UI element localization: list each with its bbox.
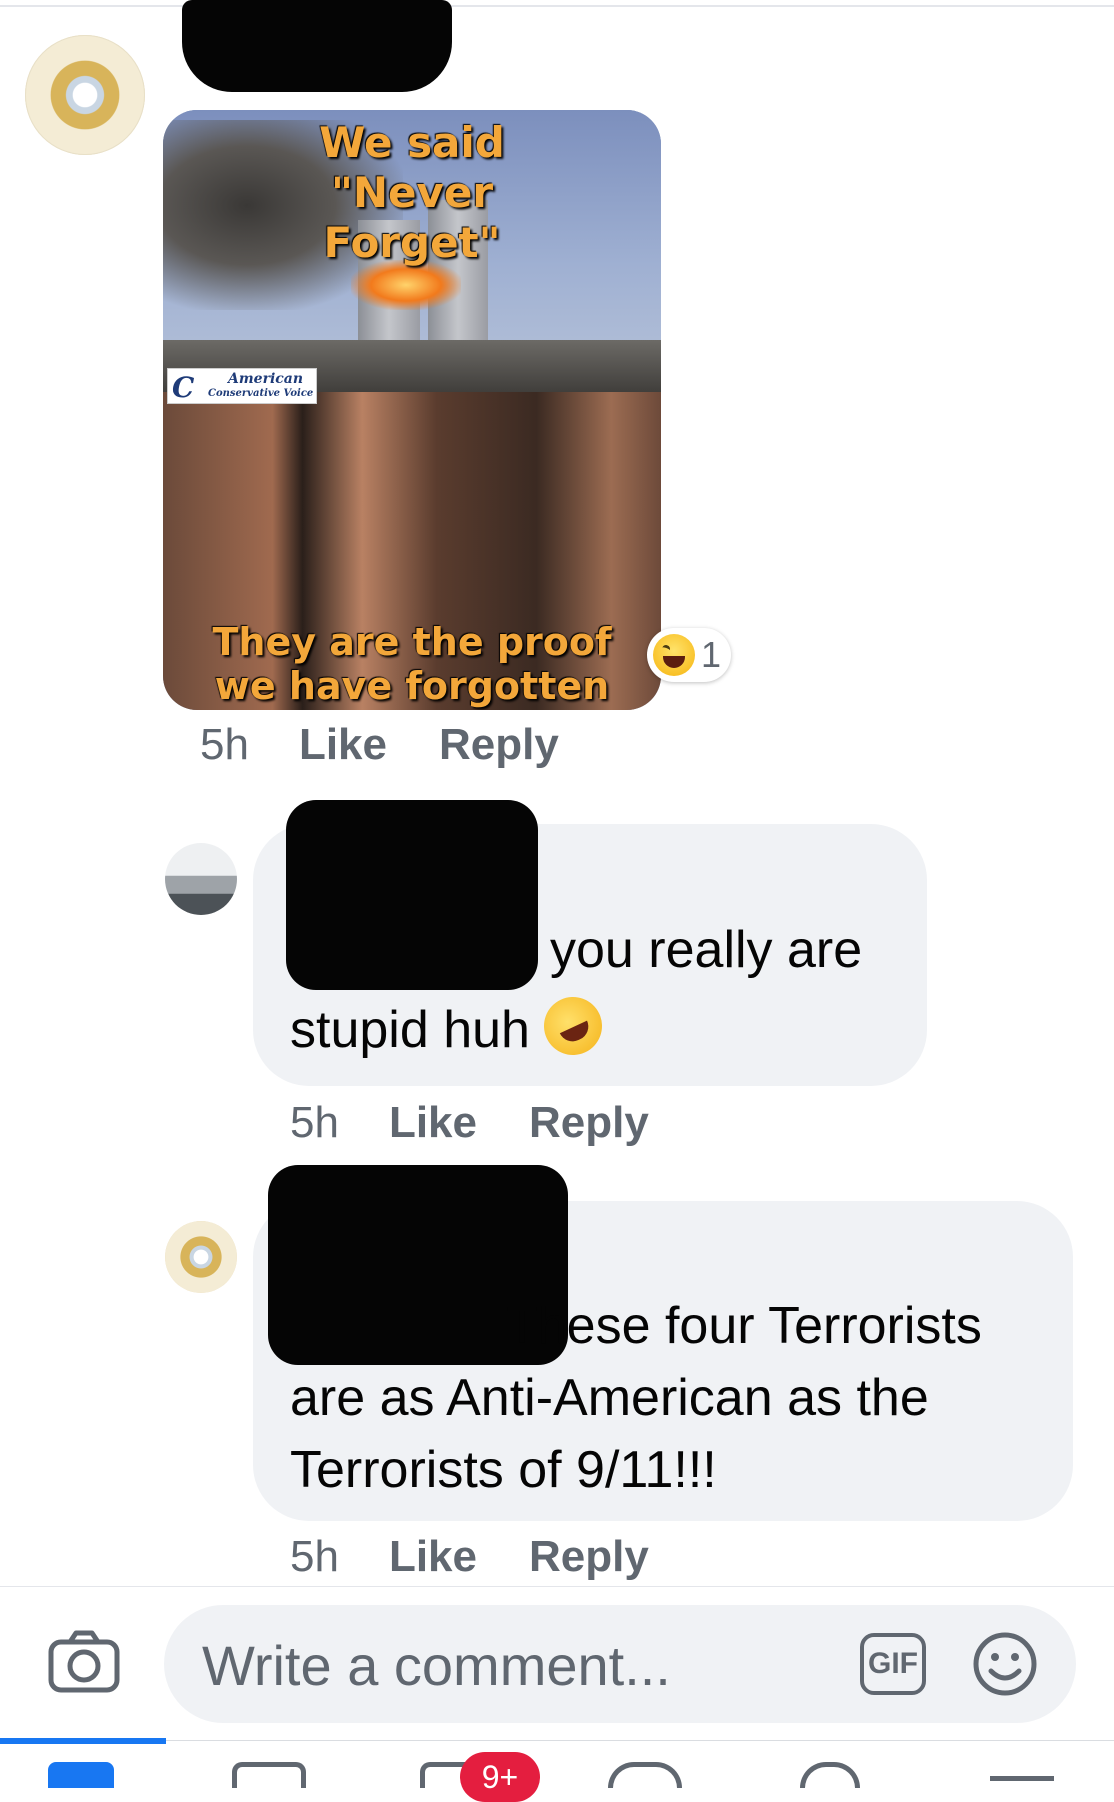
meme-caption-top: We said "Never Forget" [319, 118, 505, 267]
comment-time[interactable]: 5h [290, 1098, 339, 1148]
notifications-badge: 9+ [460, 1752, 540, 1802]
comment-actions: 5h Like Reply [290, 1098, 701, 1148]
comment-text-line: you really are [550, 921, 863, 979]
menu-tab-icon[interactable] [990, 1776, 1054, 1781]
reply-button[interactable]: Reply [529, 1098, 649, 1148]
logo-mark-icon: C [172, 371, 195, 404]
news-feed-tab-icon[interactable] [48, 1762, 114, 1788]
camera-icon[interactable] [48, 1630, 120, 1694]
avatar[interactable] [165, 843, 237, 915]
reply-button[interactable]: Reply [529, 1532, 649, 1582]
top-divider [0, 5, 1114, 7]
profile-tab-icon[interactable] [608, 1762, 682, 1788]
gif-button[interactable]: GIF [860, 1633, 926, 1695]
watch-tab-icon[interactable] [232, 1762, 306, 1788]
like-button[interactable]: Like [299, 720, 387, 770]
like-button[interactable]: Like [389, 1098, 477, 1148]
avatar[interactable] [25, 35, 145, 155]
watermark-logo: C American Conservative Voice [167, 368, 317, 404]
watermark-line2: Conservative Voice [208, 388, 314, 399]
comment-composer[interactable]: GIF [164, 1605, 1076, 1723]
composer-divider [0, 1586, 1114, 1587]
haha-reaction-icon [653, 634, 695, 676]
comment-text-line: are as Anti-American as the [290, 1369, 929, 1427]
comment-text-line: These four Terrorists [506, 1297, 982, 1355]
redacted-author-name[interactable] [182, 0, 452, 92]
like-button[interactable]: Like [389, 1532, 477, 1582]
comment-actions: 5h Like Reply [200, 720, 611, 770]
reply-button[interactable]: Reply [439, 720, 559, 770]
notifications-tab-icon[interactable] [800, 1762, 860, 1788]
comment-image[interactable]: C American Conservative Voice We said "N… [163, 110, 661, 710]
comment-input[interactable] [200, 1627, 804, 1703]
comment-text-line: stupid huh [290, 987, 612, 1066]
comment-time[interactable]: 5h [200, 720, 249, 770]
meme-caption-bottom: They are the proof we have forgotten [212, 620, 612, 708]
redacted-author-name[interactable] [286, 800, 538, 990]
tabbar-divider [0, 1740, 1114, 1741]
comment-text-line: Terrorists of 9/11!!! [290, 1441, 717, 1499]
comment-actions: 5h Like Reply [290, 1532, 701, 1582]
rofl-emoji-icon [534, 987, 612, 1065]
comment-text: stupid huh [290, 1001, 530, 1059]
emoji-icon[interactable] [972, 1631, 1038, 1697]
comment-time[interactable]: 5h [290, 1532, 339, 1582]
tab-active-indicator [0, 1738, 166, 1744]
watermark-line1: American [228, 371, 304, 387]
reaction-summary[interactable]: 1 [647, 628, 732, 682]
avatar[interactable] [165, 1221, 237, 1293]
reaction-count: 1 [701, 634, 722, 675]
